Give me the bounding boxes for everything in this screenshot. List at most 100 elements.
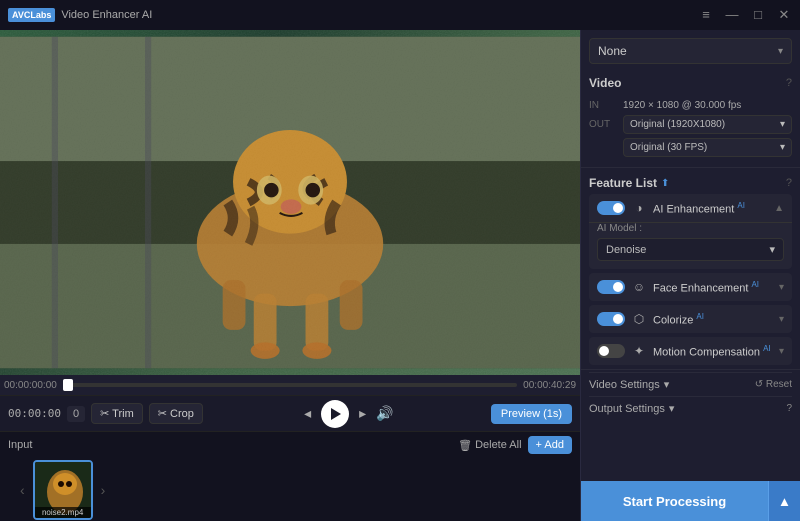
output-settings-row[interactable]: Output Settings ▾ ? xyxy=(589,396,792,420)
colorize-name: Colorize AI xyxy=(653,312,773,327)
feature-list-section: Feature List ⬆ ? ◑ AI Enhancement AI xyxy=(581,170,800,365)
motion-compensation-icon: ✦ xyxy=(631,343,647,359)
ai-enhancement-icon: ◑ xyxy=(631,200,647,216)
volume-button[interactable]: 🔊 xyxy=(376,405,393,422)
video-section-header: Video ? xyxy=(589,72,792,94)
ai-enhancement-collapse-icon[interactable]: ▲ xyxy=(774,203,784,214)
input-header: Input 🗑 Delete All + Add xyxy=(0,432,580,458)
fps-arrow-icon: ▾ xyxy=(780,142,785,153)
video-in-row: IN 1920 × 1080 @ 30.000 fps xyxy=(589,100,792,111)
feature-title-area: Feature List ⬆ xyxy=(589,176,669,190)
feature-list-title: Feature List xyxy=(589,176,657,190)
trash-icon: 🗑 xyxy=(458,439,472,452)
face-enhancement-toggle[interactable] xyxy=(597,280,625,294)
crop-button[interactable]: ✂ Crop xyxy=(149,403,203,424)
app-title: Video Enhancer AI xyxy=(61,9,152,21)
scroll-left-button[interactable]: ‹ xyxy=(20,482,25,498)
sort-icon[interactable]: ⬆ xyxy=(661,178,669,189)
out-label: OUT xyxy=(589,119,617,130)
motion-compensation-toggle[interactable] xyxy=(597,344,625,358)
feature-help-icon[interactable]: ? xyxy=(786,177,792,189)
face-enhancement-icon: ☺ xyxy=(631,279,647,295)
resolution-dropdown[interactable]: Original (1920X1080) ▾ xyxy=(623,115,792,134)
right-scroll[interactable]: None ▾ Video ? IN 1920 × 1080 @ 30.000 f… xyxy=(581,30,800,521)
toggle-thumb xyxy=(613,203,623,213)
colorize-toggle[interactable] xyxy=(597,312,625,326)
trim-button[interactable]: ✂ Trim xyxy=(91,403,143,424)
play-button[interactable] xyxy=(321,400,349,428)
menu-icon[interactable]: ≡ xyxy=(698,7,714,23)
delete-all-button[interactable]: 🗑 Delete All xyxy=(458,436,521,454)
file-name: noise2.mp4 xyxy=(35,507,91,518)
preview-button[interactable]: Preview (1s) xyxy=(491,404,572,424)
motion-compensation-expand-icon[interactable]: ▾ xyxy=(779,346,784,357)
reset-button[interactable]: ↺ Reset xyxy=(755,379,792,390)
timeline[interactable]: 00:00:00:00 00:00:40:29 xyxy=(0,375,580,395)
logo-badge: AVCLabs xyxy=(8,8,55,22)
motion-compensation-name: Motion Compensation AI xyxy=(653,344,773,359)
preset-arrow-icon: ▾ xyxy=(778,46,783,57)
in-value: 1920 × 1080 @ 30.000 fps xyxy=(623,100,741,111)
fps-dropdown[interactable]: Original (30 FPS) ▾ xyxy=(623,138,792,157)
colorize-row: ⬡ Colorize AI ▾ xyxy=(589,305,792,333)
next-frame-button[interactable]: ▸ xyxy=(355,405,370,422)
input-label: Input xyxy=(8,439,32,451)
start-processing-button[interactable]: Start Processing xyxy=(581,481,768,521)
face-ai-badge: AI xyxy=(751,280,759,289)
start-processing-expand-button[interactable]: ▲ xyxy=(768,481,800,521)
video-help-icon[interactable]: ? xyxy=(786,77,792,89)
output-settings-text: Output Settings xyxy=(589,403,665,415)
face-enhancement-expand-icon[interactable]: ▾ xyxy=(779,282,784,293)
video-info: IN 1920 × 1080 @ 30.000 fps OUT Original… xyxy=(581,98,800,165)
output-settings-arrow-icon: ▾ xyxy=(669,402,675,415)
output-help-icon[interactable]: ? xyxy=(786,403,792,414)
face-toggle-thumb xyxy=(613,282,623,292)
play-icon xyxy=(331,408,341,420)
preset-dropdown[interactable]: None ▾ xyxy=(589,38,792,64)
colorize-toggle-thumb xyxy=(613,314,623,324)
scroll-right-button[interactable]: › xyxy=(101,482,106,498)
maximize-button[interactable]: □ xyxy=(750,7,766,23)
video-canvas xyxy=(0,30,580,375)
motion-toggle-thumb xyxy=(599,346,609,356)
ai-model-value: Denoise xyxy=(606,244,646,256)
controls-bar: 00:00:00 0 ✂ Trim ✂ Crop ◂ ▸ 🔊 Preview (… xyxy=(0,395,580,431)
resolution-value: Original (1920X1080) xyxy=(630,119,725,130)
feature-list-header: Feature List ⬆ ? xyxy=(589,170,792,194)
ai-model-dropdown[interactable]: Denoise ▾ xyxy=(597,238,784,261)
timeline-thumb[interactable] xyxy=(63,379,73,391)
divider-2 xyxy=(581,369,800,370)
colorize-icon: ⬡ xyxy=(631,311,647,327)
timeline-track[interactable] xyxy=(63,383,517,387)
colorize-expand-icon[interactable]: ▾ xyxy=(779,314,784,325)
face-enhancement-item: ☺ Face Enhancement AI ▾ xyxy=(589,273,792,301)
window-controls: ≡ — □ ✕ xyxy=(698,7,792,23)
divider-1 xyxy=(581,167,800,168)
time-end: 00:00:40:29 xyxy=(523,380,576,391)
colorize-ai-badge: AI xyxy=(696,312,704,321)
video-section: Video ? xyxy=(581,68,800,98)
motion-compensation-row: ✦ Motion Compensation AI ▾ xyxy=(589,337,792,365)
video-settings-label: Video Settings ▾ xyxy=(589,378,669,391)
video-settings-text: Video Settings xyxy=(589,379,660,391)
close-button[interactable]: ✕ xyxy=(776,7,792,23)
video-settings-row[interactable]: Video Settings ▾ ↺ Reset xyxy=(589,372,792,396)
app-logo: AVCLabs Video Enhancer AI xyxy=(8,8,152,22)
preset-value: None xyxy=(598,44,627,58)
frame-display: 0 xyxy=(67,406,85,422)
input-actions: 🗑 Delete All + Add xyxy=(458,436,572,454)
left-panel: 00:00:00:00 00:00:40:29 00:00:00 0 ✂ Tri… xyxy=(0,30,580,521)
video-preview xyxy=(0,30,580,375)
prev-frame-button[interactable]: ◂ xyxy=(300,405,315,422)
minimize-button[interactable]: — xyxy=(724,7,740,23)
ai-enhancement-item: ◑ AI Enhancement AI ▲ AI Model : Denoise… xyxy=(589,194,792,269)
start-processing-area: Start Processing ▲ xyxy=(581,481,800,521)
in-label: IN xyxy=(589,100,617,111)
output-settings-label: Output Settings ▾ xyxy=(589,402,674,415)
add-file-button[interactable]: + Add xyxy=(528,436,572,454)
ai-enhancement-toggle[interactable] xyxy=(597,201,625,215)
input-panel: Input 🗑 Delete All + Add ‹ xyxy=(0,431,580,521)
file-thumbnail[interactable]: noise2.mp4 xyxy=(33,460,93,520)
ai-model-arrow-icon: ▾ xyxy=(769,243,775,256)
video-settings-arrow-icon: ▾ xyxy=(664,378,670,391)
